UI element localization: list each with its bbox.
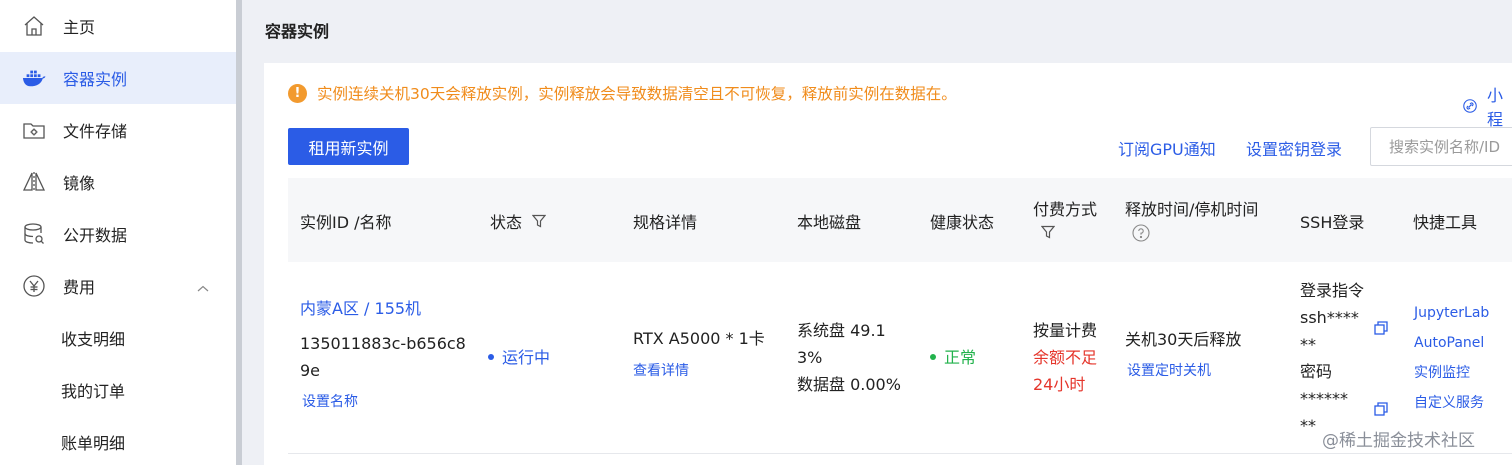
instance-id: 135011883c-b656c8 [300,334,466,353]
warning-alert: ! 实例连续关机30天会释放实例，实例释放会导致数据清空且不可恢复，释放前实例在… [288,82,957,104]
sidebar-item-label: 账单明细 [61,434,126,453]
column-header-health: 健康状态 [930,213,995,232]
ssh-password-label: 密码 [1300,362,1333,381]
sidebar-item-home[interactable]: 主页 [0,0,236,52]
sidebar-item-transactions[interactable]: 收支明细 [0,312,236,364]
alert-text: 实例连续关机30天会释放实例，实例释放会导致数据清空且不可恢复，释放前实例在数据… [317,85,957,103]
custom-service-link[interactable]: 自定义服务 [1414,390,1484,417]
sidebar-item-public-data[interactable]: 公开数据 [0,208,236,260]
status-dot [488,353,494,360]
copy-icon[interactable] [1374,317,1389,344]
sidebar-item-bill-details[interactable]: 账单明细 [0,416,236,465]
column-header-status: 状态 [490,209,547,233]
table-header: 实例ID /名称 状态 规格详情 本地磁盘 健康状态 付费方式 释放时间/停机时… [288,178,1512,262]
sidebar-item-label: 容器实例 [63,70,128,89]
schedule-shutdown-link[interactable]: 设置定时关机 [1127,358,1211,385]
billing-type: 按量计费 [1033,321,1098,340]
balance-warning: 余额不足 [1033,348,1098,367]
ssh-command: ssh**** [1300,308,1359,327]
ssh-password: ****** [1300,389,1348,408]
system-disk-usage: 系统盘 49.1 [797,321,886,340]
database-icon [22,222,46,246]
sidebar-item-images[interactable]: 镜像 [0,156,236,208]
health-dot [930,353,936,360]
sidebar-item-my-orders[interactable]: 我的订单 [0,364,236,416]
mini-program-link[interactable]: 小程 [1463,82,1512,130]
filter-icon[interactable] [1041,225,1055,239]
warning-icon: ! [288,83,307,103]
system-disk-usage-continued: 3% [797,348,823,367]
sidebar-item-label: 主页 [63,18,96,37]
data-disk-usage: 数据盘 0.00% [797,375,901,394]
page-title: 容器实例 [265,22,330,41]
search-input[interactable] [1370,127,1512,166]
column-header-tools: 快捷工具 [1413,213,1478,232]
yen-icon [22,274,46,298]
sidebar-item-label: 收支明细 [61,330,126,349]
column-header-disk: 本地磁盘 [797,213,862,232]
column-header-spec: 规格详情 [633,213,698,232]
spec-gpu: RTX A5000 * 1卡 [633,329,765,348]
ssh-command-label: 登录指令 [1300,281,1365,300]
view-details-link[interactable]: 查看详情 [633,358,689,385]
sidebar-item-label: 我的订单 [61,382,126,401]
key-login-link[interactable]: 设置密钥登录 [1246,136,1342,160]
jupyterlab-link[interactable]: JupyterLab [1414,300,1489,327]
column-header-label: 状态 [490,213,523,232]
sidebar-item-containers[interactable]: 容器实例 [0,52,236,104]
chevron-up-icon[interactable] [196,279,210,298]
docker-icon [22,66,46,90]
set-name-link[interactable]: 设置名称 [302,389,358,416]
instance-id-continued: 9e [300,361,321,380]
rent-new-instance-button[interactable]: 租用新实例 [288,128,409,165]
copy-icon[interactable] [1374,398,1389,425]
column-header-ssh: SSH登录 [1300,213,1365,232]
column-header-id: 实例ID /名称 [300,213,392,232]
health-badge: 正常 [930,344,976,371]
health-text: 正常 [944,348,977,367]
home-icon [22,14,46,38]
sidebar-item-billing[interactable]: 费用 [0,260,236,312]
subscribe-gpu-link[interactable]: 订阅GPU通知 [1118,136,1216,160]
autopanel-link[interactable]: AutoPanel [1414,330,1484,357]
status-text: 运行中 [502,348,551,367]
ssh-command-continued: ** [1300,335,1316,354]
status-badge: 运行中 [488,344,550,371]
help-icon[interactable] [1132,224,1150,242]
mirror-icon [22,170,46,194]
instance-monitor-link[interactable]: 实例监控 [1414,360,1470,387]
mini-link-label: 小程 [1487,86,1504,129]
sidebar: 主页 容器实例 文件存储 镜像 公开数据 费用 收支明细 我的订单 账单明细 [0,0,236,465]
release-time: 关机30天后释放 [1125,330,1242,349]
instance-region-link[interactable]: 内蒙A区 / 155机 [300,295,421,322]
balance-warning-continued: 24小时 [1033,375,1086,394]
filter-icon[interactable] [532,214,547,228]
watermark: @稀土掘金技术社区 [1322,431,1475,451]
sidebar-item-label: 镜像 [63,174,96,193]
sidebar-item-label: 文件存储 [63,122,128,141]
folder-gear-icon [22,118,46,142]
sidebar-scrollbar[interactable] [236,0,242,465]
column-header-billing: 付费方式 [1033,200,1098,219]
link-icon [1463,99,1477,113]
sidebar-item-label: 费用 [63,278,96,297]
column-header-release: 释放时间/停机时间 [1125,200,1259,219]
sidebar-item-label: 公开数据 [63,226,128,245]
sidebar-item-file-storage[interactable]: 文件存储 [0,104,236,156]
ssh-password-continued: ** [1300,416,1316,435]
